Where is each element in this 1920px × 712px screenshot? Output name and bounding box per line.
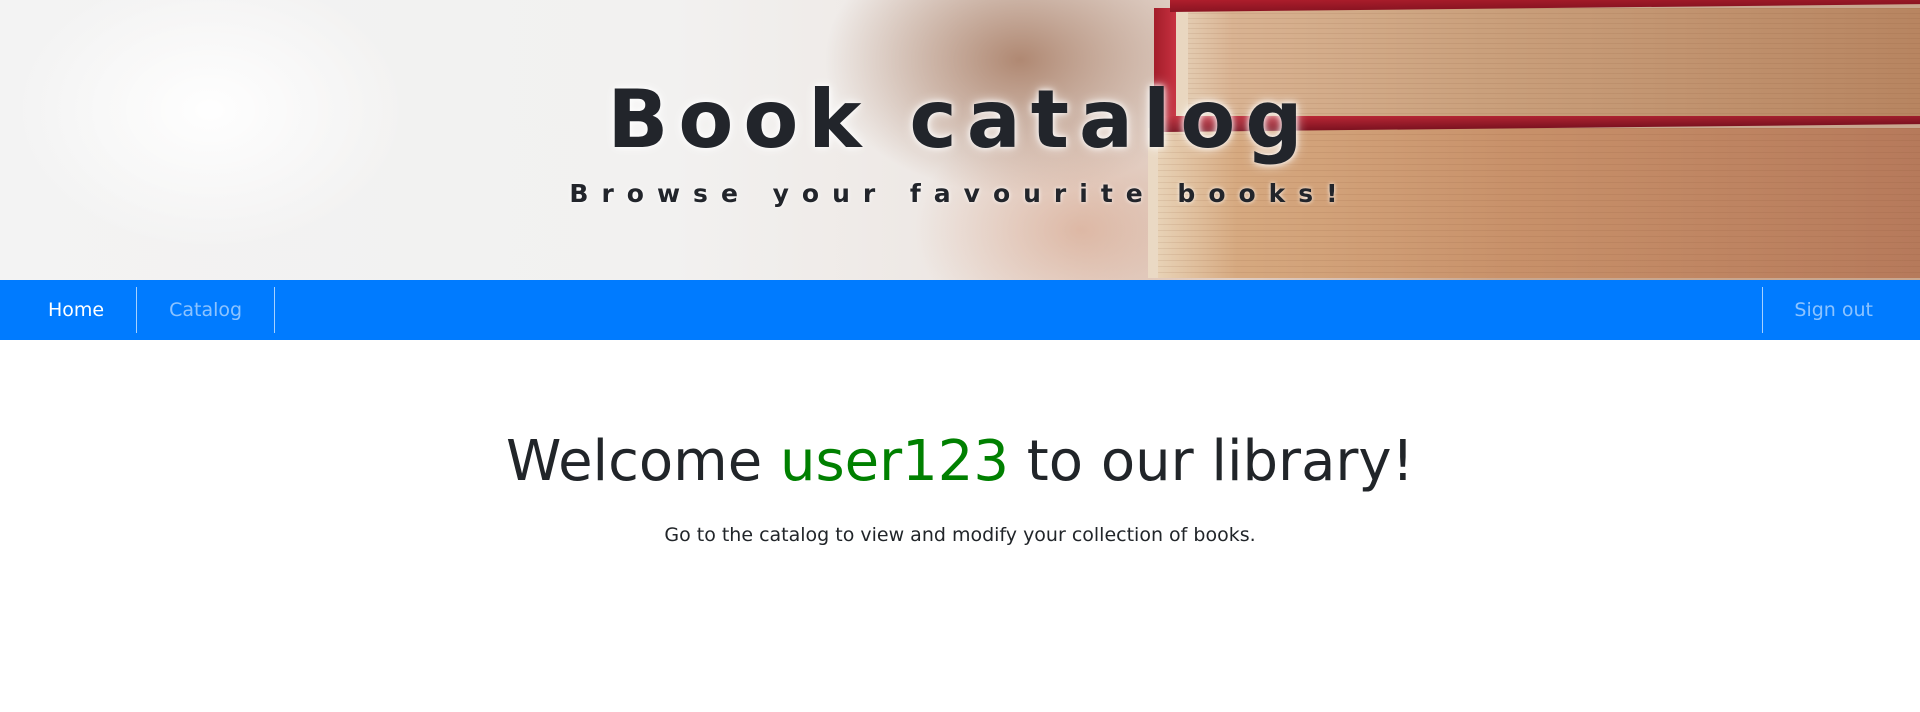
navbar: Home Catalog Sign out [0, 280, 1920, 340]
site-title: Book catalog [607, 73, 1313, 166]
nav-divider [274, 287, 276, 333]
nav-signout-link[interactable]: Sign out [1763, 288, 1920, 332]
lead-text: Go to the catalog to view and modify you… [664, 524, 1256, 546]
site-subtitle: Browse your favourite books! [569, 179, 1351, 208]
nav-catalog-link[interactable]: Catalog [137, 288, 274, 332]
username: user123 [779, 429, 1009, 494]
welcome-prefix: Welcome [505, 429, 763, 494]
nav-home-link[interactable]: Home [0, 288, 136, 332]
header-banner: Book catalog Browse your favourite books… [0, 0, 1920, 280]
banner-text: Book catalog Browse your favourite books… [0, 0, 1920, 280]
main-content: Welcome user123 to our library! Go to th… [0, 340, 1920, 712]
nav-right: Sign out [1762, 280, 1920, 340]
welcome-suffix: to our library! [1026, 429, 1415, 494]
nav-left: Home Catalog [0, 280, 276, 340]
welcome-heading: Welcome user123 to our library! [0, 428, 1920, 496]
